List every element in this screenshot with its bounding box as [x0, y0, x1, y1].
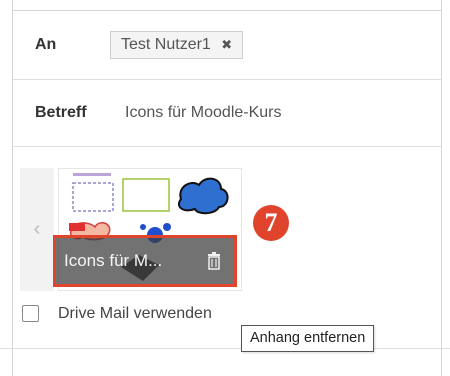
top-divider	[13, 0, 441, 11]
subject-input[interactable]: Icons für Moodle-Kurs	[125, 104, 282, 122]
subject-row[interactable]: Betreff Icons für Moodle-Kurs	[13, 80, 441, 147]
bottom-divider	[0, 348, 450, 349]
recipients-row[interactable]: An Test Nutzer1 ✖	[13, 11, 441, 80]
drive-mail-label[interactable]: Drive Mail verwenden	[58, 305, 212, 323]
trash-icon[interactable]	[207, 252, 221, 270]
scroll-left-button[interactable]: ‹	[20, 168, 54, 291]
subject-label: Betreff	[35, 104, 87, 121]
drive-mail-checkbox[interactable]	[22, 305, 39, 322]
recipients-label: An	[35, 36, 57, 53]
attachment-area: ‹ Icons für M...	[20, 168, 256, 291]
remove-recipient-icon[interactable]: ✖	[221, 32, 232, 58]
recipient-chip[interactable]: Test Nutzer1 ✖	[110, 31, 244, 59]
recipient-name: Test Nutzer1	[121, 36, 211, 53]
remove-attachment-tooltip: Anhang entfernen	[241, 325, 375, 352]
chevron-left-icon: ‹	[33, 218, 41, 240]
attachment-name: Icons für M...	[64, 251, 163, 270]
attachment-hover-overlay: Icons für M...	[53, 235, 237, 287]
callout-badge: 7	[253, 205, 289, 241]
